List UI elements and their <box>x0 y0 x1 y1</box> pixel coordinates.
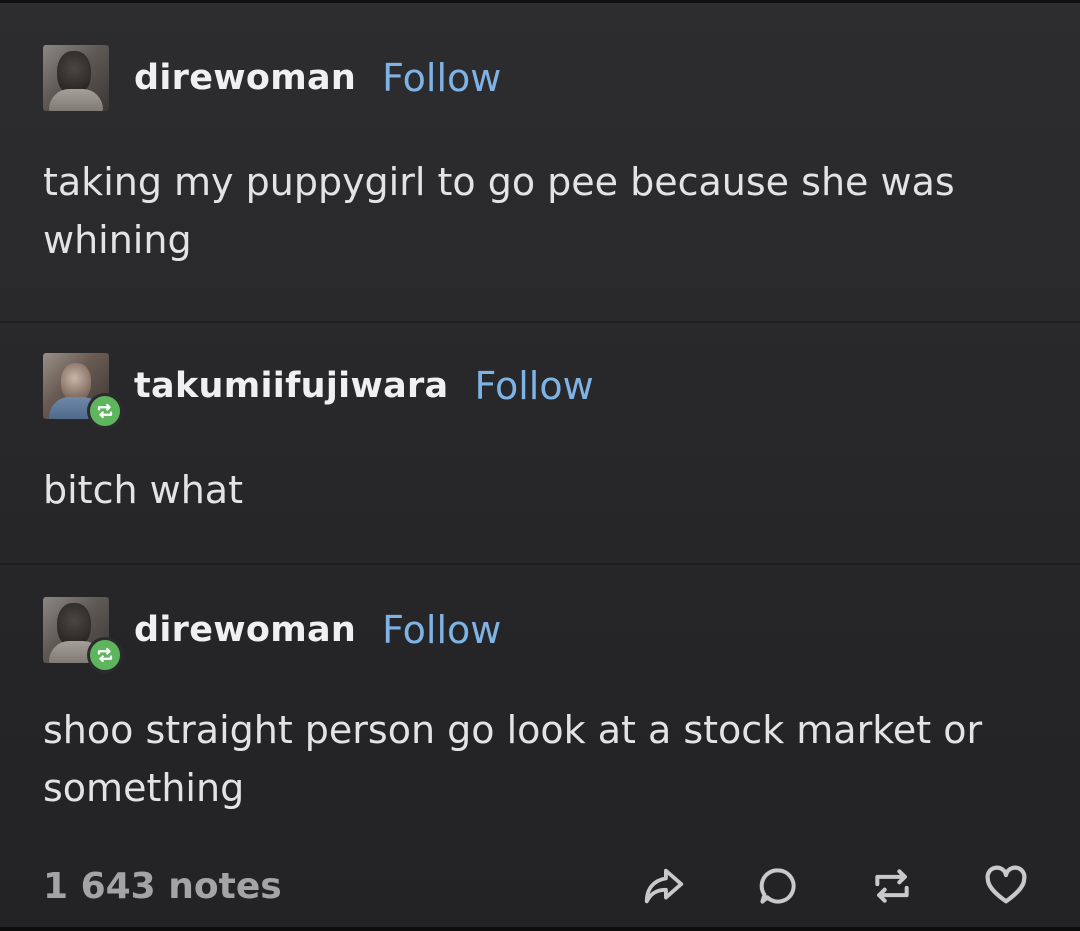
user-avatar-icon[interactable] <box>43 45 109 111</box>
heart-icon[interactable] <box>982 862 1030 910</box>
reblog-badge-icon <box>87 637 123 673</box>
action-bar <box>640 862 1030 910</box>
notes-count[interactable]: 1 643 notes <box>43 866 282 907</box>
tumblr-post-thread: direwoman Follow taking my puppygirl to … <box>0 0 1080 931</box>
post-text: taking my puppygirl to go pee because sh… <box>43 160 955 262</box>
reblog-badge-icon <box>87 393 123 429</box>
user-avatar-icon[interactable] <box>43 597 123 673</box>
post-footer: 1 643 notes <box>0 848 1080 928</box>
post-header: direwoman Follow <box>43 43 501 113</box>
post-text: bitch what <box>43 468 243 512</box>
post-header: takumiifujiwara Follow <box>43 351 594 429</box>
post-text: shoo straight person go look at a stock … <box>43 708 983 810</box>
follow-button[interactable]: Follow <box>382 56 501 100</box>
share-icon[interactable] <box>640 862 688 910</box>
divider <box>0 321 1080 323</box>
comment-icon[interactable] <box>754 862 802 910</box>
user-avatar-icon[interactable] <box>43 353 123 429</box>
post-header: direwoman Follow <box>43 595 501 673</box>
follow-button[interactable]: Follow <box>474 364 593 408</box>
username[interactable]: direwoman <box>134 610 356 650</box>
username[interactable]: direwoman <box>134 58 356 98</box>
follow-button[interactable]: Follow <box>382 608 501 652</box>
reblog-icon[interactable] <box>868 862 916 910</box>
divider <box>0 563 1080 565</box>
username[interactable]: takumiifujiwara <box>134 366 448 406</box>
